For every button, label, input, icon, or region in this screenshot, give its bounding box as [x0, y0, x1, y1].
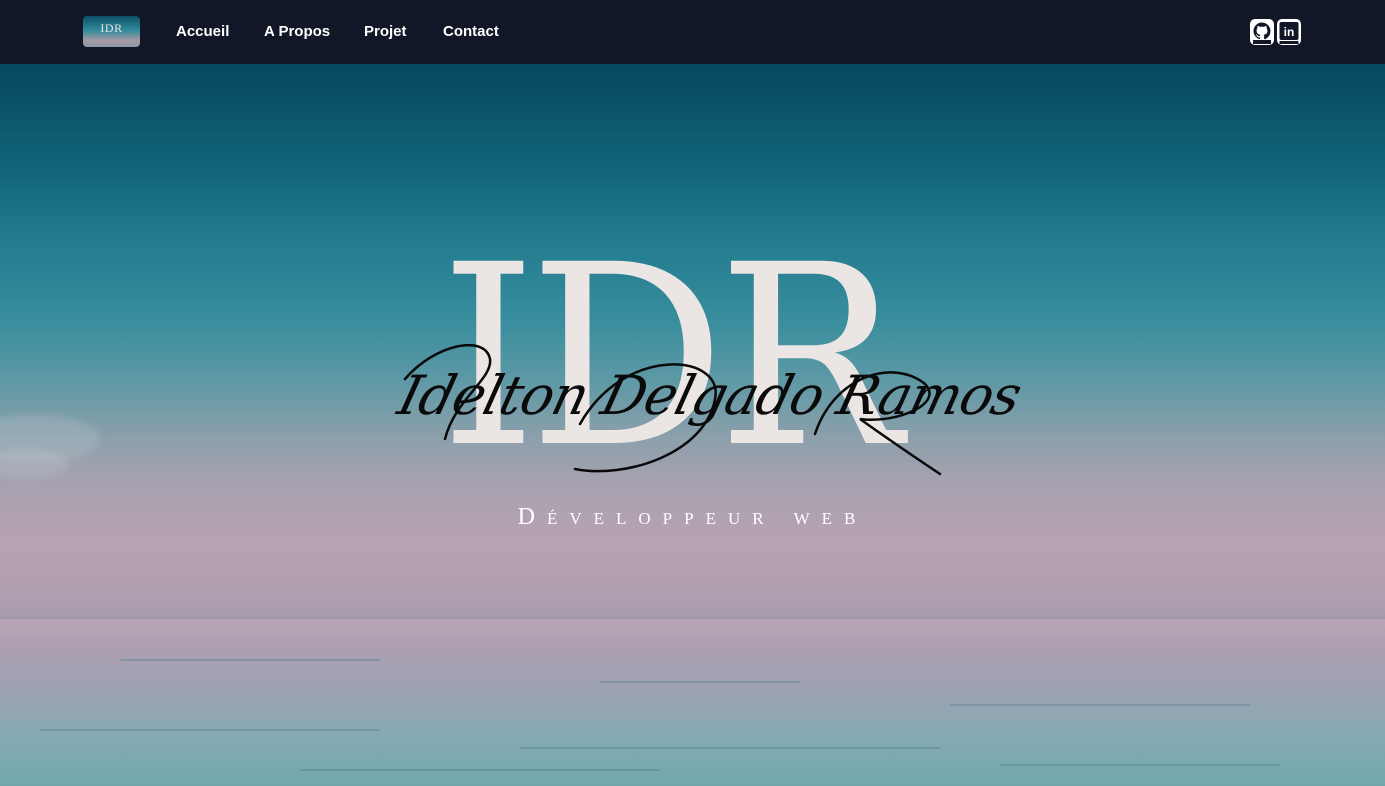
nav-link-accueil[interactable]: Accueil: [176, 22, 229, 42]
cloud-decoration: [0, 449, 70, 479]
sea-background: [0, 619, 1385, 786]
signature-name: Idelton Delgado Ramos: [392, 364, 1028, 427]
logo-text: IDR: [100, 21, 123, 35]
linkedin-icon[interactable]: in: [1277, 19, 1301, 45]
nav-link-contact[interactable]: Contact: [443, 22, 499, 42]
top-navbar: IDR Accueil A Propos Projet Contact in: [0, 0, 1385, 64]
hero-section: IDR Idelton Delgado Ramos Développeur we…: [0, 64, 1385, 786]
hero-subtitle: Développeur web: [517, 504, 868, 530]
nav-link-a-propos[interactable]: A Propos: [264, 22, 330, 42]
github-icon[interactable]: [1250, 19, 1274, 45]
linkedin-label: in: [1284, 25, 1295, 39]
nav-link-projet[interactable]: Projet: [364, 22, 407, 42]
logo-button[interactable]: IDR: [83, 16, 140, 47]
